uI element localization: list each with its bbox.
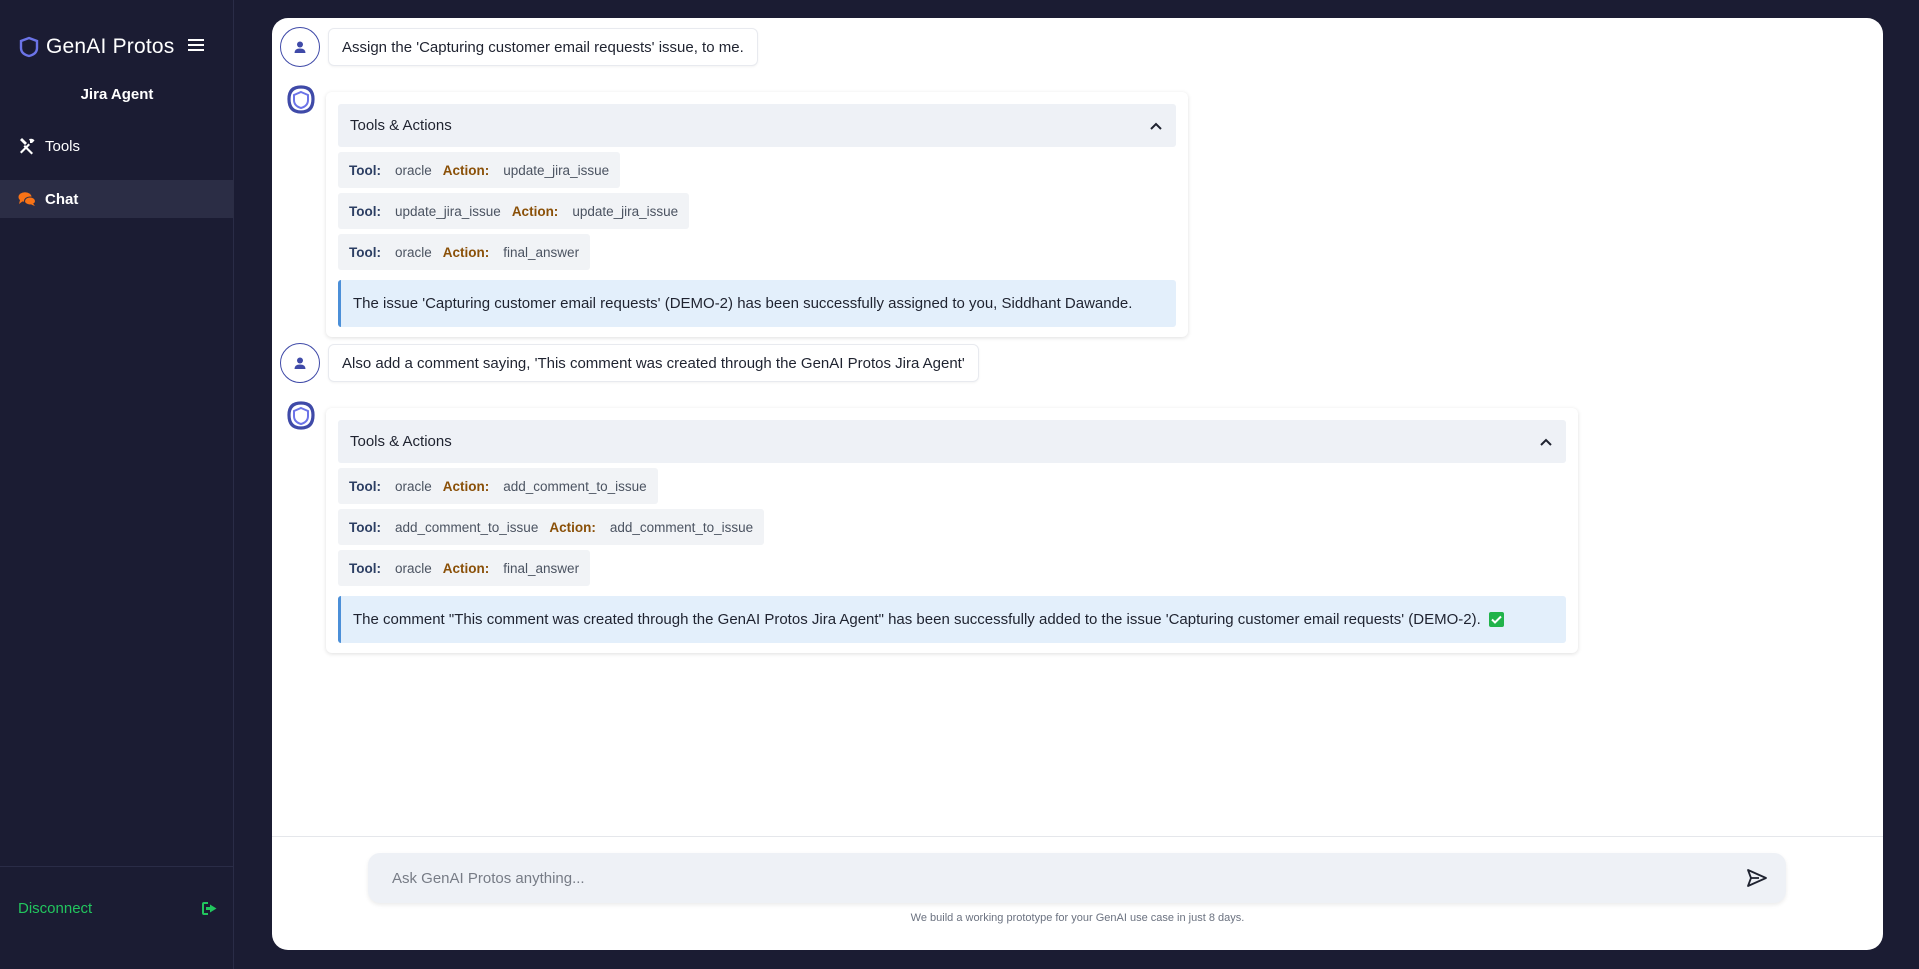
sidebar-item-label: Chat — [45, 190, 79, 208]
tool-label: Tool: — [349, 244, 381, 260]
tool-label: Tool: — [349, 478, 381, 494]
action-label: Action: — [511, 203, 559, 219]
send-icon[interactable] — [1746, 867, 1768, 889]
user-icon — [294, 357, 306, 369]
action-name: final_answer — [503, 560, 580, 576]
tool-name: update_jira_issue — [394, 203, 501, 219]
check-mark-icon — [1488, 612, 1504, 627]
action-name: add_comment_to_issue — [609, 519, 754, 535]
tool-name: oracle — [394, 560, 432, 576]
user-icon — [294, 41, 306, 53]
footer-note: We build a working prototype for your Ge… — [910, 912, 1245, 924]
chevron-up-icon — [1540, 438, 1552, 446]
brand-name: GenAI Protos — [46, 35, 175, 58]
user-message-text: Assign the 'Capturing customer email req… — [328, 28, 758, 66]
action-label: Action: — [549, 519, 596, 535]
user-message: Also add a comment saying, 'This comment… — [280, 343, 979, 383]
logo-icon — [19, 36, 39, 58]
tools-icon — [20, 138, 35, 155]
chat-input-box — [368, 853, 1786, 903]
chat-input[interactable] — [368, 853, 1728, 903]
action-name: add_comment_to_issue — [503, 478, 647, 494]
tools-actions-toggle[interactable]: Tools & Actions — [338, 420, 1566, 463]
disconnect-button[interactable]: Disconnect — [18, 896, 218, 920]
tools-actions-title: Tools & Actions — [350, 117, 452, 134]
tool-name: oracle — [394, 478, 432, 494]
sidebar-item-tools[interactable]: Tools — [0, 127, 234, 165]
chevron-up-icon — [1150, 122, 1162, 130]
bot-response-card: Tools & Actions Tool: oracle Action: upd… — [326, 92, 1188, 337]
bot-avatar-icon — [287, 401, 315, 430]
tool-name: oracle — [394, 162, 432, 178]
chat-icon — [18, 192, 36, 206]
tool-step: Tool: oracle Action: update_jira_issue — [338, 152, 621, 188]
user-avatar — [280, 27, 320, 67]
action-label: Action: — [442, 560, 490, 576]
final-answer: The comment "This comment was created th… — [338, 596, 1566, 643]
sidebar-item-chat[interactable]: Chat — [0, 180, 234, 218]
user-avatar — [280, 343, 320, 383]
tool-label: Tool: — [349, 519, 381, 535]
tool-step: Tool: add_comment_to_issue Action: add_c… — [338, 509, 765, 545]
action-name: final_answer — [503, 244, 580, 260]
tool-name: oracle — [394, 244, 432, 260]
tool-label: Tool: — [349, 162, 381, 178]
divider — [0, 866, 234, 867]
sidebar: GenAI Protos Jira Agent Tools Chat Disco… — [0, 0, 234, 969]
logout-icon — [202, 901, 217, 915]
tool-name: add_comment_to_issue — [394, 519, 539, 535]
final-answer-text: The comment "This comment was created th… — [353, 611, 1481, 628]
action-label: Action: — [442, 162, 490, 178]
divider — [272, 836, 1883, 837]
tool-step: Tool: oracle Action: final_answer — [338, 550, 591, 586]
tool-step: Tool: update_jira_issue Action: update_j… — [338, 193, 690, 229]
bot-response-card: Tools & Actions Tool: oracle Action: add… — [326, 408, 1578, 653]
final-answer-text: The issue 'Capturing customer email requ… — [353, 295, 1133, 312]
chat-panel: Assign the 'Capturing customer email req… — [272, 18, 1883, 950]
action-name: update_jira_issue — [503, 162, 610, 178]
sidebar-item-label: Tools — [45, 137, 81, 155]
user-message-text: Also add a comment saying, 'This comment… — [328, 344, 979, 382]
tool-label: Tool: — [349, 203, 381, 219]
agent-name: Jira Agent — [80, 86, 154, 103]
tool-step: Tool: oracle Action: final_answer — [338, 234, 591, 270]
tool-label: Tool: — [349, 560, 381, 576]
action-name: update_jira_issue — [572, 203, 679, 219]
action-label: Action: — [442, 244, 490, 260]
tools-actions-title: Tools & Actions — [350, 433, 452, 450]
tool-step: Tool: oracle Action: add_comment_to_issu… — [338, 468, 658, 504]
final-answer: The issue 'Capturing customer email requ… — [338, 280, 1176, 327]
action-label: Action: — [442, 478, 490, 494]
disconnect-label: Disconnect — [18, 899, 93, 917]
hamburger-menu-icon[interactable] — [186, 35, 206, 55]
user-message: Assign the 'Capturing customer email req… — [280, 27, 758, 67]
bot-avatar-icon — [287, 85, 315, 114]
tools-actions-toggle[interactable]: Tools & Actions — [338, 104, 1176, 147]
